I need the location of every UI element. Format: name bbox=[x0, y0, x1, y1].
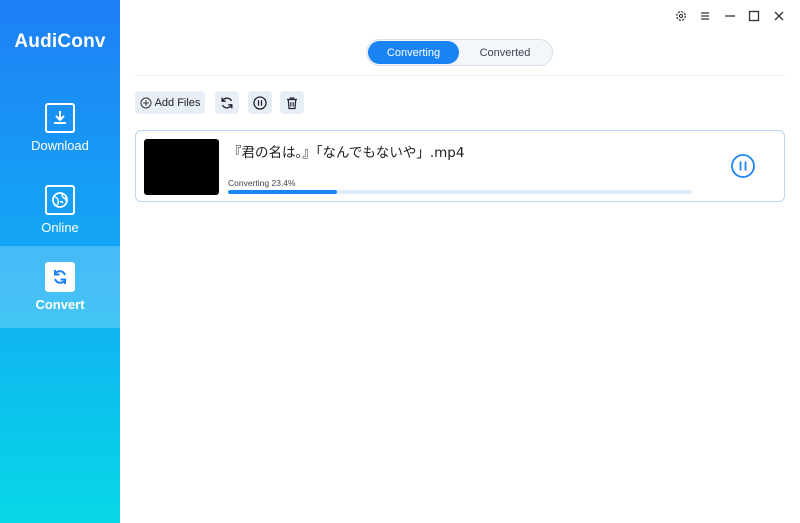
sidebar-item-label: Download bbox=[31, 138, 89, 153]
menu-icon[interactable] bbox=[696, 7, 714, 25]
conversion-status: Converting 23.4% bbox=[228, 178, 296, 188]
add-files-label: Add Files bbox=[154, 96, 201, 109]
sidebar-item-convert[interactable]: Convert bbox=[0, 246, 120, 328]
pause-all-icon bbox=[253, 95, 267, 110]
sidebar-item-online[interactable]: Online bbox=[0, 170, 120, 252]
close-icon[interactable] bbox=[770, 7, 788, 25]
app-logo-text: AudiConv bbox=[14, 31, 106, 52]
video-thumbnail bbox=[144, 139, 219, 195]
delete-button[interactable] bbox=[280, 91, 304, 114]
add-files-button[interactable]: Add Files bbox=[135, 91, 205, 114]
refresh-button[interactable] bbox=[215, 91, 239, 114]
globe-icon bbox=[45, 185, 75, 215]
sidebar: AudiConv Download Online Convert bbox=[0, 0, 120, 523]
settings-icon[interactable] bbox=[672, 7, 690, 25]
sidebar-item-download[interactable]: Download bbox=[0, 88, 120, 170]
sidebar-item-label: Convert bbox=[35, 297, 85, 312]
divider bbox=[135, 75, 785, 76]
sidebar-item-label: Online bbox=[41, 220, 79, 235]
convert-icon bbox=[45, 262, 75, 292]
refresh-icon bbox=[221, 96, 233, 109]
plus-circle-icon bbox=[140, 97, 152, 108]
delete-icon bbox=[287, 96, 297, 109]
tab-converted[interactable]: Converted bbox=[459, 41, 551, 64]
maximize-icon[interactable] bbox=[745, 7, 763, 25]
file-name: 『君の名は。』「なんでもないや」.mp4 bbox=[228, 145, 465, 161]
status-tabs: Converting Converted bbox=[366, 39, 553, 66]
pause-icon bbox=[731, 154, 755, 178]
progress-fill bbox=[228, 190, 337, 194]
pause-button[interactable] bbox=[730, 153, 756, 179]
task-card: 『君の名は。』「なんでもないや」.mp4 Converting 23.4% bbox=[135, 130, 785, 202]
progress-bar bbox=[228, 190, 692, 194]
pause-all-button[interactable] bbox=[248, 91, 272, 114]
minimize-icon[interactable] bbox=[721, 7, 739, 25]
download-icon bbox=[45, 103, 75, 133]
tab-converting[interactable]: Converting bbox=[368, 41, 459, 64]
